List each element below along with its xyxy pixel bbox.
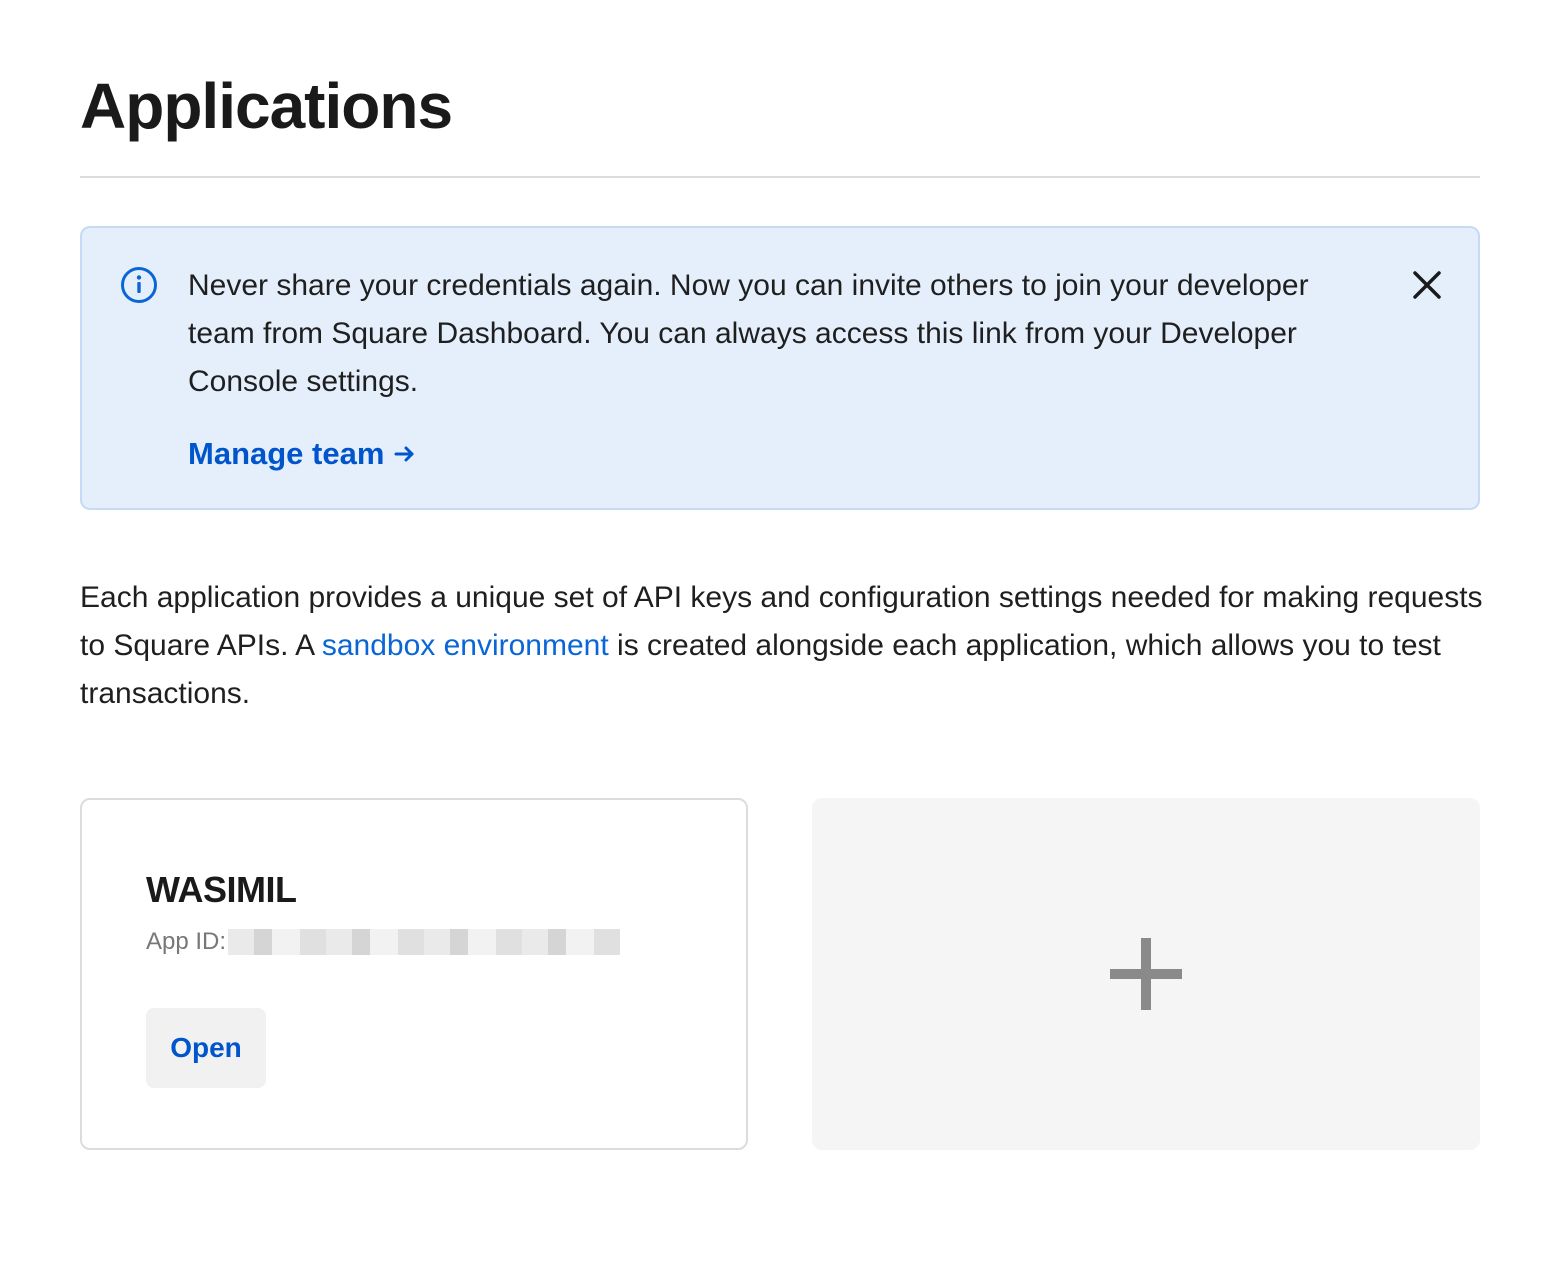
- applications-description: Each application provides a unique set o…: [80, 574, 1500, 718]
- open-application-button[interactable]: Open: [146, 1008, 266, 1088]
- sandbox-environment-link[interactable]: sandbox environment: [322, 629, 609, 662]
- info-banner: Never share your credentials again. Now …: [80, 226, 1480, 510]
- manage-team-label: Manage team: [188, 436, 385, 471]
- arrow-right-icon: [394, 446, 414, 462]
- banner-message: Never share your credentials again. Now …: [188, 269, 1309, 398]
- add-application-card[interactable]: [812, 798, 1480, 1150]
- plus-icon: [1110, 938, 1182, 1010]
- page-title: Applications: [80, 70, 453, 142]
- manage-team-link[interactable]: Manage team: [188, 430, 416, 478]
- close-icon[interactable]: [1410, 268, 1444, 302]
- info-icon: [121, 267, 157, 303]
- app-id-label: App ID:: [146, 928, 227, 955]
- app-id-row: App ID:: [146, 926, 621, 958]
- application-card: WASIMIL App ID: Open: [80, 798, 748, 1150]
- header-divider: [80, 176, 1480, 178]
- app-id-redacted: [228, 929, 621, 955]
- application-name: WASIMIL: [146, 869, 297, 910]
